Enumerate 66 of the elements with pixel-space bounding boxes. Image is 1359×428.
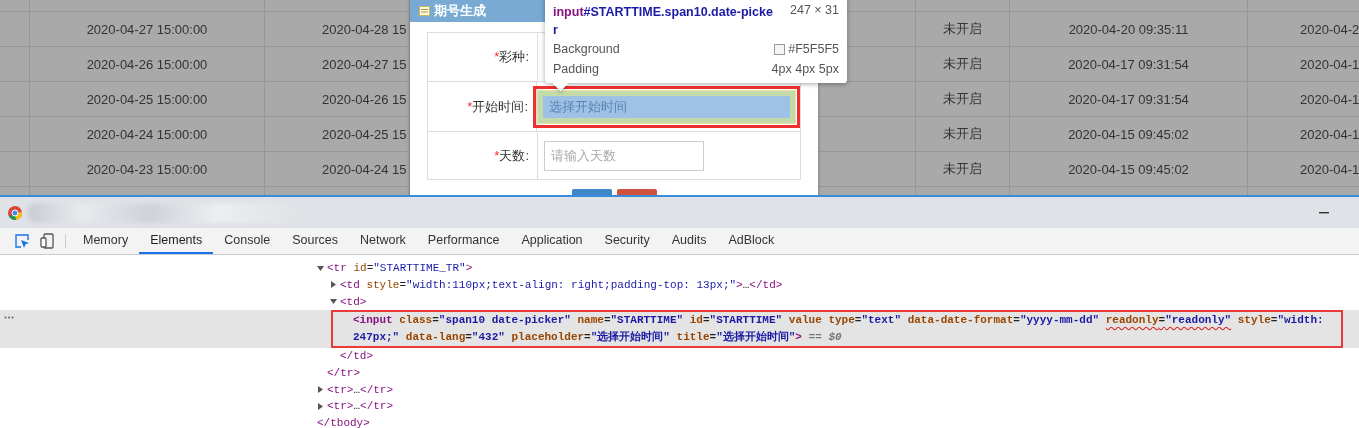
devtools-tab[interactable]: Performance <box>416 228 511 254</box>
devtools-tab[interactable]: Sources <box>281 228 349 254</box>
table-cell: 2020-04-24 15 <box>322 161 407 177</box>
table-cell: 2020-04-2 <box>1300 21 1359 37</box>
table-cell: 2020-04-1 <box>1300 161 1359 177</box>
code-line[interactable]: </tr> <box>327 364 360 382</box>
table-cell: 2020-04-26 15:00:00 <box>86 56 208 72</box>
table-cell: 未开启 <box>943 90 982 108</box>
dialog-title: 期号生成 <box>434 2 486 20</box>
table-cell: 2020-04-1 <box>1300 91 1359 107</box>
code-line[interactable]: <td> <box>340 293 367 311</box>
devtools-tab[interactable]: AdBlock <box>717 228 786 254</box>
field-label: *天数: <box>494 146 529 165</box>
table-cell: 2020-04-24 15:00:00 <box>86 126 208 142</box>
table-cell: 2020-04-15 09:45:02 <box>1068 161 1189 177</box>
inspect-icon[interactable] <box>15 233 30 249</box>
table-cell: 2020-04-1 <box>1300 56 1359 72</box>
table-cell: 2020-04-27 15:00:00 <box>86 21 208 37</box>
code-line[interactable]: <input class="span10 date-picker" name="STARTTIME" id="STARTTIME" value type="text" data-date-format="yyyy-mm-dd" readonly="readonly" style="width: 247px;" data-lang="432" placeholder="选择开始时间" title="选择开始时间"> == $0 <box>353 312 1333 346</box>
table-cell: 2020-04-17 09:31:54 <box>1068 91 1189 107</box>
table-cell: 2020-04-28 15 <box>322 21 407 37</box>
expand-arrow-icon[interactable] <box>330 281 337 289</box>
table-cell: 2020-04-15 09:45:02 <box>1068 126 1189 142</box>
table-cell: 2020-04-25 15 <box>322 126 407 142</box>
devtools-tab[interactable]: Network <box>349 228 417 254</box>
code-line[interactable]: </td> <box>340 348 373 365</box>
field-label: *彩种: <box>494 48 529 66</box>
table-cell: 2020-04-1 <box>1300 126 1359 142</box>
element-selector: input#STARTTIME.span10.date-picker <box>553 4 774 39</box>
code-line[interactable]: <tr id="STARTTIME_TR"> <box>327 260 473 277</box>
table-cell: 2020-04-25 15:00:00 <box>86 91 208 107</box>
table-cell: 2020-04-17 09:31:54 <box>1068 56 1189 72</box>
collapse-arrow-icon[interactable] <box>317 264 324 272</box>
table-cell: 未开启 <box>943 20 982 38</box>
devtools-tab[interactable]: Elements <box>139 228 214 254</box>
property-name: Background <box>553 41 620 58</box>
table-cell: 2020-04-23 15:00:00 <box>86 161 208 177</box>
expand-arrow-icon[interactable] <box>317 386 324 394</box>
table-cell: 2020-04-26 15 <box>322 91 407 107</box>
property-value: 4px 4px 5px <box>771 61 839 78</box>
table-cell: 2020-04-20 09:35:11 <box>1068 21 1189 37</box>
code-line[interactable]: <td style="width:110px;text-align: right;padding-top: 13px;">…</td> <box>340 276 783 294</box>
table-cell: 未开启 <box>943 160 982 178</box>
field-label: *开始时间: <box>467 97 528 116</box>
property-value: #F5F5F5 <box>788 41 839 58</box>
property-name: Padding <box>553 61 599 78</box>
table-cell: 未开启 <box>943 125 982 143</box>
minimize-icon[interactable] <box>1319 211 1329 214</box>
table-cell: 2020-04-27 15 <box>322 56 407 72</box>
collapse-arrow-icon[interactable] <box>330 298 337 306</box>
element-size: 247 × 31 <box>790 3 839 19</box>
devtools-tab[interactable]: Security <box>593 228 661 254</box>
code-line[interactable]: <tr>…</tr> <box>327 381 394 399</box>
devtools-tab[interactable]: Application <box>510 228 594 254</box>
note-icon <box>419 6 430 16</box>
devtools-tab[interactable]: Audits <box>660 228 718 254</box>
devtools-tab[interactable]: Console <box>213 228 282 254</box>
date-input-field[interactable]: 选择开始时间 <box>537 89 796 124</box>
table-cell: 未开启 <box>943 55 982 73</box>
expand-arrow-icon[interactable] <box>317 402 324 410</box>
devtools-tab[interactable]: Memory <box>72 228 140 254</box>
browser-icon <box>8 205 22 220</box>
input-field[interactable]: 请输入天数 <box>544 140 704 171</box>
code-line[interactable]: </tbody> <box>317 415 370 428</box>
code-line[interactable]: <tr>…</tr> <box>327 398 394 416</box>
device-icon[interactable] <box>40 233 54 249</box>
